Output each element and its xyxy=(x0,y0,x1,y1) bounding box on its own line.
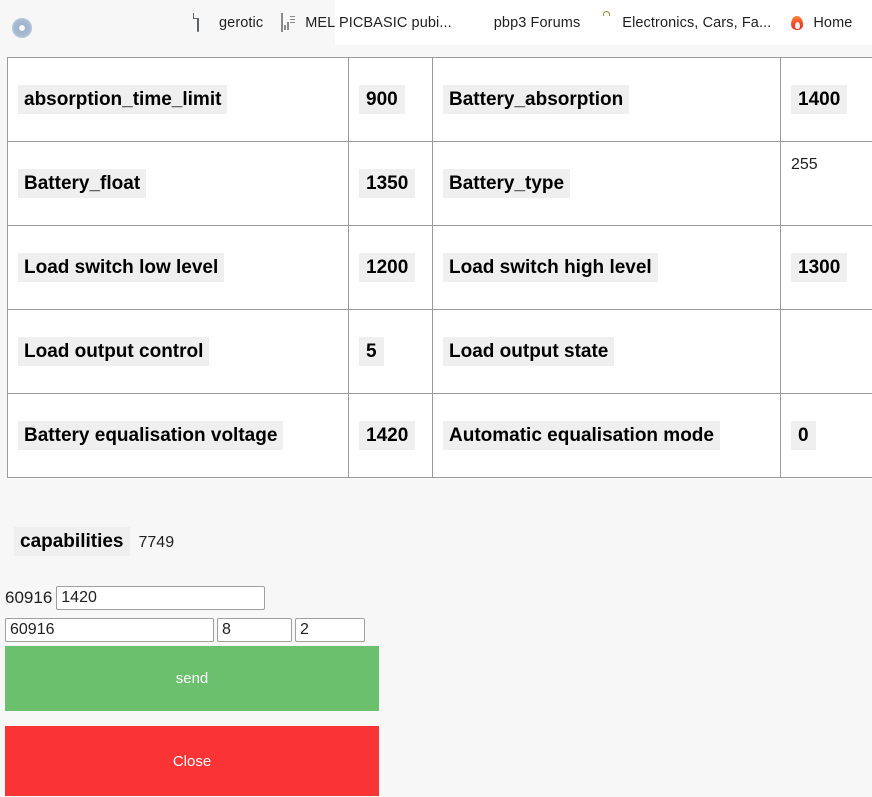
unit-input[interactable] xyxy=(295,618,365,642)
bookmark-label: MEL PICBASIC pubi... xyxy=(305,15,452,31)
bookmark-label: Electronics, Cars, Fa... xyxy=(622,15,771,31)
parameter-label: Load output control xyxy=(18,337,209,366)
bookmark-label: Home xyxy=(813,15,852,31)
parameter-value: 255 xyxy=(791,156,818,173)
bookmark-label: pbp3 Forums xyxy=(494,15,581,31)
profile-avatar-icon[interactable] xyxy=(12,18,32,38)
bookmark-item-pbp3-forums[interactable]: pbp3 Forums xyxy=(461,0,590,45)
table-cell-name: Battery_float xyxy=(8,142,349,226)
table-cell-name: Automatic equalisation mode xyxy=(433,394,781,478)
table-cell-value: 1300 xyxy=(781,226,872,310)
bookmark-label: gerotic xyxy=(219,15,263,31)
browser-bookmarks-bar: gerotic MEL PICBASIC pubi... pbp3 Forums… xyxy=(0,0,872,45)
bookmark-list: gerotic MEL PICBASIC pubi... pbp3 Forums… xyxy=(186,0,861,45)
count-input[interactable] xyxy=(217,618,292,642)
document-icon xyxy=(195,14,212,31)
table-row: Load output control 5 Load output state xyxy=(8,310,872,394)
table-cell-value-empty xyxy=(781,310,872,394)
bookmark-item-gerotic[interactable]: gerotic xyxy=(186,0,272,45)
parameter-value: 0 xyxy=(791,421,816,450)
table-cell-value: 5 xyxy=(349,310,433,394)
capabilities-label: capabilities xyxy=(14,527,130,556)
register-address-label: 60916 xyxy=(5,588,52,608)
table-cell-value: 255 xyxy=(781,142,872,226)
table-cell-name: Battery equalisation voltage xyxy=(8,394,349,478)
table-cell-value: 1350 xyxy=(349,142,433,226)
address-input[interactable] xyxy=(5,618,214,642)
table-cell-value: 1200 xyxy=(349,226,433,310)
parameter-label: Automatic equalisation mode xyxy=(443,421,720,450)
checkmark-box-icon xyxy=(470,14,487,31)
parameter-value: 1200 xyxy=(359,253,415,282)
bookmark-item-home[interactable]: Home xyxy=(780,0,861,45)
parameter-value: 1400 xyxy=(791,85,847,114)
page-content: absorption_time_limit 900 Battery_absorp… xyxy=(0,45,872,797)
parameter-value: 1350 xyxy=(359,169,415,198)
table-row: Load switch low level 1200 Load switch h… xyxy=(8,226,872,310)
table-cell-name: Load switch low level xyxy=(8,226,349,310)
bookmark-item-electronics-cars[interactable]: Electronics, Cars, Fa... xyxy=(589,0,780,45)
send-button[interactable]: send xyxy=(5,646,379,711)
parameter-value: 1420 xyxy=(359,421,415,450)
table-row: Battery equalisation voltage 1420 Automa… xyxy=(8,394,872,478)
parameter-value: 5 xyxy=(359,337,384,366)
configuration-table: absorption_time_limit 900 Battery_absorp… xyxy=(7,57,872,478)
parameter-value: 900 xyxy=(359,85,405,114)
parameter-value: 1300 xyxy=(791,253,847,282)
table-cell-name: Load output state xyxy=(433,310,781,394)
table-cell-value: 1400 xyxy=(781,58,872,142)
capabilities-row: capabilities 7749 xyxy=(14,527,174,556)
parameter-label: Load switch high level xyxy=(443,253,658,282)
value-entry-row: 60916 xyxy=(5,586,265,610)
shopping-bag-icon xyxy=(598,14,615,31)
parameter-label: Battery_float xyxy=(18,169,146,198)
table-cell-value: 900 xyxy=(349,58,433,142)
bookmark-item-mel-picbasic[interactable]: MEL PICBASIC pubi... xyxy=(272,0,461,45)
table-row: absorption_time_limit 900 Battery_absorp… xyxy=(8,58,872,142)
table-cell-name: Battery_absorption xyxy=(433,58,781,142)
table-row: Battery_float 1350 Battery_type 255 xyxy=(8,142,872,226)
table-cell-value: 0 xyxy=(781,394,872,478)
table-cell-name: Load output control xyxy=(8,310,349,394)
parameter-label: Load switch low level xyxy=(18,253,224,282)
table-cell-name: Load switch high level xyxy=(433,226,781,310)
chart-list-icon xyxy=(281,14,298,31)
value-input[interactable] xyxy=(56,586,265,610)
parameter-label: Battery_type xyxy=(443,169,570,198)
parameter-label: Battery equalisation voltage xyxy=(18,421,283,450)
capabilities-value: 7749 xyxy=(139,534,175,552)
close-button[interactable]: Close xyxy=(5,726,379,796)
flame-icon xyxy=(789,14,806,31)
table-cell-name: Battery_type xyxy=(433,142,781,226)
table-cell-value: 1420 xyxy=(349,394,433,478)
parameter-label: absorption_time_limit xyxy=(18,85,227,114)
table-cell-name: absorption_time_limit xyxy=(8,58,349,142)
parameter-label: Load output state xyxy=(443,337,614,366)
parameter-label: Battery_absorption xyxy=(443,85,629,114)
command-entry-row xyxy=(5,618,365,642)
